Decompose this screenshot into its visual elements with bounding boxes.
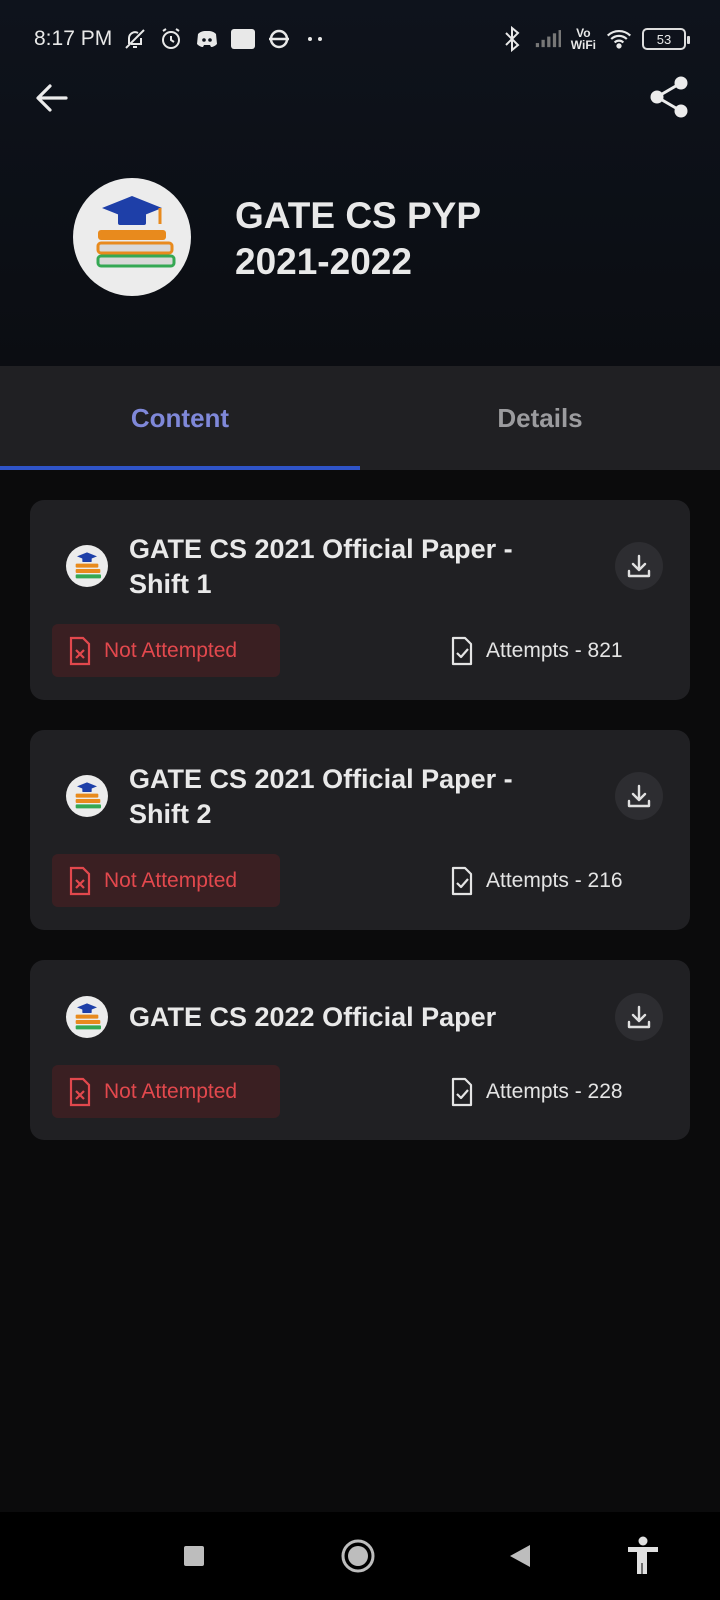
status-badge: Not Attempted bbox=[52, 624, 280, 677]
course-logo bbox=[73, 178, 191, 296]
test-title: GATE CS 2021 Official Paper - Shift 2 bbox=[129, 764, 513, 829]
signal-icon bbox=[535, 26, 561, 52]
tab-bar: Content Details bbox=[0, 366, 720, 470]
test-title: GATE CS 2021 Official Paper - Shift 1 bbox=[129, 534, 513, 599]
tab-details[interactable]: Details bbox=[360, 366, 720, 470]
test-card[interactable]: GATE CS 2022 Official Paper Not Attempte… bbox=[30, 960, 690, 1140]
file-check-icon bbox=[451, 1077, 473, 1106]
bluetooth-icon bbox=[499, 26, 525, 52]
back-nav-button[interactable] bbox=[494, 1530, 546, 1582]
file-x-icon bbox=[69, 1077, 91, 1106]
attempts-text: Attempts - 228 bbox=[486, 1079, 623, 1103]
download-button[interactable] bbox=[615, 993, 663, 1041]
test-card[interactable]: GATE CS 2021 Official Paper - Shift 2 No… bbox=[30, 730, 690, 930]
test-logo bbox=[66, 545, 108, 587]
more-dots-icon bbox=[302, 26, 328, 52]
alarm-icon bbox=[158, 26, 184, 52]
system-nav-bar bbox=[0, 1512, 720, 1600]
status-text: Not Attempted bbox=[104, 868, 238, 892]
download-icon bbox=[627, 554, 651, 578]
square-icon bbox=[184, 1546, 204, 1566]
test-logo bbox=[66, 996, 108, 1038]
test-logo bbox=[66, 775, 108, 817]
file-check-icon bbox=[451, 636, 473, 665]
circle-icon bbox=[341, 1539, 375, 1573]
books-graduation-cap-icon bbox=[75, 552, 101, 579]
wifi-icon bbox=[606, 26, 632, 52]
accessibility-button[interactable] bbox=[617, 1530, 669, 1582]
attempts-count: Attempts - 228 bbox=[450, 1065, 623, 1118]
books-graduation-cap-icon bbox=[75, 1003, 101, 1030]
status-text: Not Attempted bbox=[104, 1079, 238, 1103]
transit-icon bbox=[266, 26, 292, 52]
course-title: GATE CS PYP 2021-2022 bbox=[235, 195, 482, 282]
books-graduation-cap-icon bbox=[96, 196, 176, 268]
attempts-count: Attempts - 821 bbox=[450, 624, 623, 677]
status-text: Not Attempted bbox=[104, 638, 238, 662]
status-bar: 8:17 PM Vo WiFi 53 bbox=[0, 0, 720, 78]
test-title: GATE CS 2022 Official Paper bbox=[129, 1002, 497, 1032]
status-badge: Not Attempted bbox=[52, 854, 280, 907]
file-x-icon bbox=[69, 636, 91, 665]
back-button[interactable] bbox=[30, 76, 74, 120]
attempts-count: Attempts - 216 bbox=[450, 854, 623, 907]
status-badge: Not Attempted bbox=[52, 1065, 280, 1118]
triangle-left-icon bbox=[510, 1545, 530, 1567]
vowifi-indicator: Vo WiFi bbox=[570, 26, 596, 52]
file-check-icon bbox=[451, 866, 473, 895]
home-button[interactable] bbox=[332, 1530, 384, 1582]
share-button[interactable] bbox=[646, 74, 692, 120]
recents-button[interactable] bbox=[168, 1530, 220, 1582]
download-button[interactable] bbox=[615, 772, 663, 820]
discord-icon bbox=[194, 26, 220, 52]
share-icon bbox=[650, 76, 688, 118]
accessibility-icon bbox=[628, 1536, 658, 1574]
battery-indicator: 53 bbox=[642, 28, 690, 50]
download-button[interactable] bbox=[615, 542, 663, 590]
paytm-icon bbox=[230, 26, 256, 52]
attempts-text: Attempts - 821 bbox=[486, 638, 623, 662]
test-card[interactable]: GATE CS 2021 Official Paper - Shift 1 No… bbox=[30, 500, 690, 700]
download-icon bbox=[627, 784, 651, 808]
books-graduation-cap-icon bbox=[75, 782, 101, 809]
notifications-off-icon bbox=[122, 26, 148, 52]
course-header: 8:17 PM Vo WiFi 53 GATE CS PYP 2021-2022 bbox=[0, 0, 720, 366]
attempts-text: Attempts - 216 bbox=[486, 868, 623, 892]
file-x-icon bbox=[69, 866, 91, 895]
tab-content[interactable]: Content bbox=[0, 366, 360, 470]
arrow-left-icon bbox=[36, 84, 68, 112]
download-icon bbox=[627, 1005, 651, 1029]
status-time: 8:17 PM bbox=[34, 27, 113, 50]
